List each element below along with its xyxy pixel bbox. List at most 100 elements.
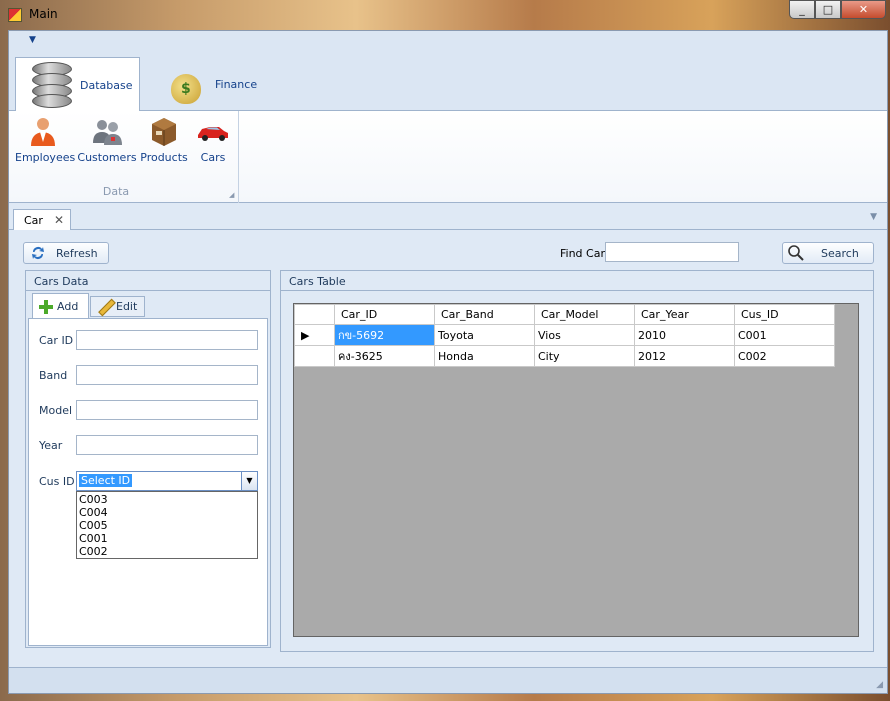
- row-header-corner[interactable]: [294, 304, 335, 325]
- model-label: Model: [39, 404, 73, 417]
- tab-database-label: Database: [80, 78, 133, 92]
- column-header[interactable]: Cus_ID: [734, 304, 835, 325]
- row-selector-icon[interactable]: ▶: [294, 324, 335, 346]
- year-field[interactable]: [76, 435, 258, 455]
- cus-id-label: Cus ID: [39, 475, 75, 488]
- table-cell[interactable]: คง-3625: [334, 345, 435, 367]
- cus-id-select[interactable]: Select ID ▼: [76, 471, 258, 491]
- table-cell[interactable]: Toyota: [434, 324, 535, 346]
- cus-id-dropdown-list: C003 C004 C005 C001 C002: [76, 491, 258, 559]
- table-cell[interactable]: 2012: [634, 345, 735, 367]
- employee-icon: [27, 115, 59, 147]
- cars-button[interactable]: Cars: [193, 115, 233, 164]
- tab-database[interactable]: Database: [15, 57, 140, 112]
- search-button[interactable]: Search: [782, 242, 874, 264]
- box-icon: [148, 115, 180, 147]
- find-car-input[interactable]: [605, 242, 739, 262]
- tab-edit[interactable]: Edit: [90, 296, 145, 317]
- ribbon-panel: Employees Customers Products Cars Data ◢: [9, 111, 887, 203]
- band-field[interactable]: [76, 365, 258, 385]
- table-cell[interactable]: City: [534, 345, 635, 367]
- table-cell[interactable]: Honda: [434, 345, 535, 367]
- tab-add-label: Add: [57, 300, 79, 313]
- close-tab-icon[interactable]: ✕: [54, 213, 64, 227]
- refresh-label: Refresh: [56, 246, 98, 260]
- employees-label: Employees: [15, 151, 76, 164]
- customers-label: Customers: [77, 151, 137, 164]
- chevron-down-icon[interactable]: ▼: [241, 472, 257, 490]
- quick-access-dropdown-icon[interactable]: ▼: [29, 35, 36, 45]
- customers-icon: [91, 115, 123, 147]
- dropdown-option[interactable]: C002: [77, 545, 257, 558]
- tab-add[interactable]: Add: [32, 293, 89, 319]
- employees-button[interactable]: Employees: [15, 115, 75, 164]
- group-launcher-icon[interactable]: ◢: [229, 191, 234, 199]
- table-row[interactable]: คง-3625 Honda City 2012 C002: [294, 345, 835, 367]
- cars-table: Car_ID Car_Band Car_Model Car_Year Cus_I…: [294, 304, 835, 367]
- tab-list-dropdown-icon[interactable]: ▼: [870, 212, 877, 222]
- refresh-icon: [32, 247, 44, 259]
- status-bar: ◢: [9, 667, 887, 693]
- ribbon-group-label: Data: [102, 185, 130, 198]
- model-field[interactable]: [76, 400, 258, 420]
- ribbon-tab-row: Database $ Finance: [9, 55, 887, 112]
- car-icon: [197, 115, 229, 147]
- table-cell[interactable]: 2010: [634, 324, 735, 346]
- dropdown-option[interactable]: C003: [77, 493, 257, 506]
- dropdown-option[interactable]: C001: [77, 532, 257, 545]
- search-label: Search: [821, 246, 859, 260]
- cars-data-title: Cars Data: [26, 271, 270, 291]
- money-bag-icon: $: [167, 64, 209, 106]
- column-header[interactable]: Car_Band: [434, 304, 535, 325]
- quick-access-toolbar: ▼: [9, 31, 887, 55]
- refresh-button[interactable]: Refresh: [23, 242, 109, 264]
- table-cell[interactable]: C002: [734, 345, 835, 367]
- table-cell[interactable]: กข-5692: [334, 324, 435, 346]
- dropdown-option[interactable]: C004: [77, 506, 257, 519]
- search-icon: [788, 245, 804, 261]
- window-title: Main: [29, 7, 58, 21]
- column-header[interactable]: Car_ID: [334, 304, 435, 325]
- car-id-field[interactable]: [76, 330, 258, 350]
- app-icon: [8, 8, 22, 22]
- table-cell[interactable]: C001: [734, 324, 835, 346]
- products-label: Products: [140, 151, 188, 164]
- dropdown-option[interactable]: C005: [77, 519, 257, 532]
- tab-finance[interactable]: $ Finance: [159, 57, 269, 112]
- find-car-label: Find Car: [560, 247, 605, 260]
- maximize-button[interactable]: □: [815, 0, 841, 19]
- products-button[interactable]: Products: [139, 115, 189, 164]
- table-header-row: Car_ID Car_Band Car_Model Car_Year Cus_I…: [294, 304, 835, 325]
- minimize-button[interactable]: _: [789, 0, 815, 19]
- window-controls: _ □ ✕: [789, 0, 886, 19]
- close-button[interactable]: ✕: [841, 0, 886, 19]
- resize-grip-icon[interactable]: ◢: [876, 680, 883, 690]
- cars-data-panel: Cars Data Add Edit Car ID Band Model Yea…: [25, 270, 271, 648]
- year-label: Year: [39, 439, 63, 452]
- add-car-form: Car ID Band Model Year Cus ID Select ID …: [28, 318, 268, 646]
- customers-button[interactable]: Customers: [77, 115, 137, 164]
- client-area: ▼ Database $ Finance Employees Customers…: [8, 30, 888, 694]
- table-cell[interactable]: Vios: [534, 324, 635, 346]
- pencil-icon: [97, 299, 113, 315]
- main-window: Main _ □ ✕ ▼ Database $ Finance Employee…: [0, 0, 890, 701]
- table-row[interactable]: ▶ กข-5692 Toyota Vios 2010 C001: [294, 324, 835, 346]
- tab-car[interactable]: Car ✕: [13, 209, 71, 231]
- column-header[interactable]: Car_Model: [534, 304, 635, 325]
- tab-edit-label: Edit: [116, 300, 138, 313]
- car-document: Refresh Find Car Search Cars Data Add Ed…: [13, 230, 883, 660]
- cars-table-panel: Cars Table Car_ID Car_Band Car_Model Car…: [280, 270, 874, 652]
- cus-id-selected-value: Select ID: [79, 474, 133, 487]
- cars-label: Cars: [200, 151, 226, 164]
- cars-table-title: Cars Table: [281, 271, 873, 291]
- ribbon-group-data: Employees Customers Products Cars Data ◢: [11, 111, 239, 203]
- title-bar[interactable]: Main _ □ ✕: [0, 0, 890, 30]
- band-label: Band: [39, 369, 68, 382]
- cars-data-grid[interactable]: Car_ID Car_Band Car_Model Car_Year Cus_I…: [293, 303, 859, 637]
- database-icon: [32, 62, 72, 108]
- column-header[interactable]: Car_Year: [634, 304, 735, 325]
- car-id-label: Car ID: [39, 334, 74, 347]
- row-header[interactable]: [294, 345, 335, 367]
- tab-car-label: Car: [24, 214, 43, 227]
- tab-finance-label: Finance: [215, 78, 258, 91]
